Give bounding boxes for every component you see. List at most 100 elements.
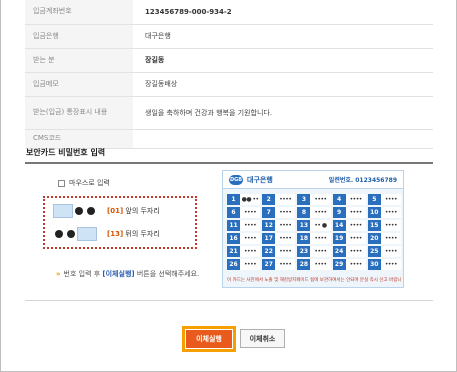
card-cell: 25 •••• bbox=[367, 245, 402, 257]
bank-logo-icon: DGB bbox=[229, 174, 243, 185]
card-cell: 19 •••• bbox=[332, 232, 366, 244]
card-cell-code: •••• bbox=[345, 206, 366, 218]
card-cell-code: •••• bbox=[345, 219, 366, 231]
masked-digit-icon bbox=[55, 230, 63, 238]
card-cell-index: 25 bbox=[367, 245, 381, 257]
card-cell: 12 •••• bbox=[262, 219, 296, 231]
security-card-image: DGB 대구은행 일련번호. 0123456789 1 ●● •• 2 •••• 3 ••… bbox=[222, 170, 404, 288]
transfer-info-table: 입금계좌번호 123456789-000-934-2 입금은행 대구은행 받는 … bbox=[25, 0, 433, 149]
card-cell-code: •••• bbox=[310, 245, 331, 257]
info-row-memo: 입금메모 장길동배상 bbox=[25, 72, 433, 97]
card-cell-index: 23 bbox=[297, 245, 311, 257]
card-cell: 17 •••• bbox=[262, 232, 296, 244]
cancel-transfer-button[interactable]: 이체취소 bbox=[240, 329, 285, 348]
card-cell: 26 •••• bbox=[227, 258, 261, 270]
card-cell-code: •• ● bbox=[310, 219, 331, 231]
card-cell-index: 27 bbox=[262, 258, 276, 270]
card-cell: 6 •••• bbox=[227, 206, 261, 218]
card-cell-code: •••• bbox=[240, 245, 261, 257]
card-cell-index: 13 bbox=[297, 219, 311, 231]
password-row-label: [01] 앞의 두자리 bbox=[107, 206, 160, 216]
card-warning: 이 카드는 사진에서 노출 및 해킹방지페이드 됨에 보관하여서는 안되며 분실… bbox=[227, 278, 401, 283]
card-cell: 30 •••• bbox=[367, 258, 402, 270]
info-label: 받는 분 bbox=[25, 48, 133, 73]
card-cell-code: •••• bbox=[275, 193, 296, 205]
mouse-input-option[interactable]: 마우스로 입력 bbox=[58, 178, 110, 188]
card-cell-code: •••• bbox=[275, 206, 296, 218]
password-digits-input-1[interactable] bbox=[53, 204, 73, 218]
card-cell: 20 •••• bbox=[367, 232, 402, 244]
card-cell: 15 •••• bbox=[367, 219, 402, 231]
card-cell-code: •••• bbox=[380, 232, 402, 244]
card-cell: 13 •• ● bbox=[297, 219, 331, 231]
password-row-front: [01] 앞의 두자리 bbox=[53, 204, 160, 218]
card-cell: 21 •••• bbox=[227, 245, 261, 257]
card-cell-code: •••• bbox=[240, 206, 261, 218]
card-cell-code: •••• bbox=[275, 245, 296, 257]
card-cell: 3 •••• bbox=[297, 193, 331, 205]
card-cell-code: •••• bbox=[275, 232, 296, 244]
card-cell-code: •••• bbox=[310, 258, 331, 270]
card-grid-row: 11 •••• 12 •••• 13 •• ● 14 •••• 15 •••• bbox=[227, 219, 402, 231]
card-cell-number: [13] bbox=[107, 230, 124, 238]
info-label: 입금은행 bbox=[25, 24, 133, 49]
card-cell: 10 •••• bbox=[367, 206, 402, 218]
card-cell-code: •••• bbox=[275, 258, 296, 270]
card-cell-index: 18 bbox=[297, 232, 311, 244]
card-cell: 5 •••• bbox=[367, 193, 402, 205]
password-digits-input-2[interactable] bbox=[77, 227, 97, 241]
card-cell-index: 4 bbox=[332, 193, 346, 205]
execute-transfer-button[interactable]: 이체실행 bbox=[185, 329, 233, 349]
card-grid-row: 6 •••• 7 •••• 8 •••• 9 •••• 10 •••• bbox=[227, 206, 402, 218]
card-cell-index: 14 bbox=[332, 219, 346, 231]
card-cell: 28 •••• bbox=[297, 258, 331, 270]
info-value bbox=[133, 129, 433, 149]
card-cell: 8 •••• bbox=[297, 206, 331, 218]
card-cell-index: 1 bbox=[227, 193, 240, 205]
hint-emphasis: [이체실행] bbox=[102, 270, 135, 278]
card-grid-row: 26 •••• 27 •••• 28 •••• 29 •••• 30 •••• bbox=[227, 258, 402, 270]
masked-digit-icon bbox=[67, 230, 75, 238]
info-value: 장길동 bbox=[133, 48, 433, 73]
card-code-grid: 1 ●● •• 2 •••• 3 •••• 4 •••• 5 •••• 6 •••• 7 •••• 8 •••… bbox=[227, 193, 402, 271]
execute-button-highlight: 이체실행 bbox=[182, 326, 236, 352]
card-cell-index: 16 bbox=[227, 232, 240, 244]
footer-divider bbox=[25, 300, 433, 301]
info-label: CMS코드 bbox=[25, 129, 133, 149]
card-cell-code: •••• bbox=[345, 258, 366, 270]
card-cell: 7 •••• bbox=[262, 206, 296, 218]
card-cell-code: •••• bbox=[380, 193, 402, 205]
mouse-input-label: 마우스로 입력 bbox=[69, 179, 110, 187]
card-cell: 24 •••• bbox=[332, 245, 366, 257]
security-section-title: 보안카드 비밀번호 입력 bbox=[26, 148, 106, 157]
card-cell-index: 10 bbox=[367, 206, 381, 218]
card-cell-code: •••• bbox=[240, 232, 261, 244]
digit-position-text: 앞의 두자리 bbox=[125, 207, 160, 215]
info-row-cms: CMS코드 bbox=[25, 129, 433, 149]
card-cell-index: 15 bbox=[367, 219, 381, 231]
card-grid-row: 1 ●● •• 2 •••• 3 •••• 4 •••• 5 •••• bbox=[227, 193, 402, 205]
card-cell-code: •••• bbox=[240, 258, 261, 270]
mouse-input-checkbox[interactable] bbox=[58, 179, 65, 187]
card-password-input-box: [01] 앞의 두자리 [13] 뒤의 두자리 bbox=[43, 196, 197, 249]
card-cell: 11 •••• bbox=[227, 219, 261, 231]
info-row-recipient: 받는 분 장길동 bbox=[25, 48, 433, 73]
info-row-bank: 입금은행 대구은행 bbox=[25, 24, 433, 49]
card-cell-index: 5 bbox=[367, 193, 381, 205]
card-grid-row: 21 •••• 22 •••• 23 •••• 24 •••• 25 •••• bbox=[227, 245, 402, 257]
card-cell: 14 •••• bbox=[332, 219, 366, 231]
card-cell-code: •••• bbox=[310, 206, 331, 218]
card-cell: 9 •••• bbox=[332, 206, 366, 218]
card-cell: 18 •••• bbox=[297, 232, 331, 244]
digit-position-text: 뒤의 두자리 bbox=[125, 230, 160, 238]
card-cell-code: •••• bbox=[380, 245, 402, 257]
bank-name: 대구은행 bbox=[247, 175, 273, 184]
masked-digit-icon bbox=[75, 207, 83, 215]
card-cell-index: 20 bbox=[367, 232, 381, 244]
info-value: 생일을 축하하며 건강과 행복을 기원합니다. bbox=[133, 96, 433, 130]
info-label: 입금계좌번호 bbox=[25, 0, 133, 25]
bank-brand: DGB 대구은행 bbox=[229, 174, 273, 185]
card-cell-index: 3 bbox=[297, 193, 311, 205]
card-grid-row: 16 •••• 17 •••• 18 •••• 19 •••• 20 •••• bbox=[227, 232, 402, 244]
card-cell: 1 ●● •• bbox=[227, 193, 261, 205]
